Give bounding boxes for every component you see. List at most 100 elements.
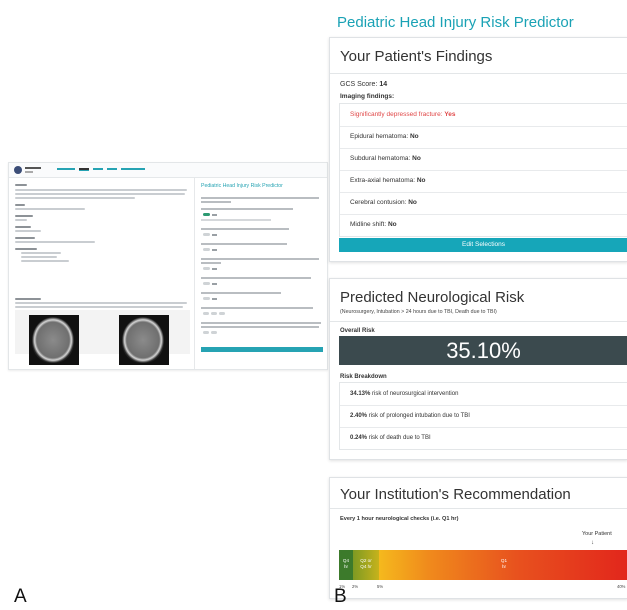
breakdown-text: risk of prolonged intubation due to TBI [368,413,470,419]
divider [330,321,627,322]
finding-value: No [416,177,426,184]
text-line [21,260,69,262]
breakdown-value: 0.24% [350,435,368,441]
panel-a-nav-item[interactable] [93,168,103,170]
calculate-button[interactable] [201,347,323,352]
toggle-switch[interactable] [203,297,210,300]
your-patient-label: Your Patient [582,531,612,537]
text-line [15,241,95,243]
text-line [15,189,187,191]
panel-a-screenshot: Pediatric Head Injury Risk Predictor [8,162,328,370]
text-line [15,204,25,206]
toggle-switch[interactable] [203,233,210,236]
finding-label: Subdural hematoma: [350,155,411,162]
toggle-switch[interactable] [203,213,210,216]
finding-label: Cerebral contusion: [350,199,407,206]
text-line [21,252,61,254]
edit-selections-button[interactable]: Edit Selections [339,238,627,252]
text-line [15,197,135,199]
segment-label-q1: Q1 hr [500,558,508,569]
radio-option[interactable] [203,331,209,334]
finding-value: No [408,199,417,206]
radio-option[interactable] [211,331,217,334]
text-line [15,215,33,217]
predicted-risk-card: Predicted Neurological Risk (Neurosurger… [329,278,627,460]
finding-row-cerebral-contusion: Cerebral contusion: No [340,192,627,215]
form-question-line [201,208,293,210]
app-title: Pediatric Head Injury Risk Predictor [337,14,574,31]
risk-breakdown-label: Risk Breakdown [340,374,387,380]
finding-row-extra-axial-hematoma: Extra-axial hematoma: No [340,170,627,193]
panel-a-nav-item[interactable] [107,168,117,170]
radio-option[interactable] [219,312,225,315]
recommendation-scale-bar: Q4 hr Q2 or Q4 hr Q1 hr [339,550,627,580]
finding-row-subdural-hematoma: Subdural hematoma: No [340,148,627,171]
ct-scan-image [29,315,79,365]
breakdown-row-intubation: 2.40% risk of prolonged intubation due t… [340,405,627,428]
finding-value: No [387,221,397,228]
form-question-line [201,197,319,199]
text-line [15,248,37,250]
toggle-label [212,249,217,251]
text-line [15,193,185,195]
panel-a-predictor-form: Pediatric Head Injury Risk Predictor [197,178,325,369]
toggle-label [212,283,217,285]
overall-risk-banner: 35.10% [339,336,627,365]
text-line [15,230,41,232]
toggle-label [212,268,217,270]
findings-card-title: Your Patient's Findings [340,48,493,65]
finding-row-epidural-hematoma: Epidural hematoma: No [340,126,627,149]
institution-recommendation-card: Your Institution's Recommendation Every … [329,477,627,599]
panel-a-nav-item[interactable] [121,168,145,170]
text-line [15,184,27,186]
finding-label: Significantly depressed fracture: [350,111,443,118]
finding-row-midline-shift: Midline shift: No [340,214,627,236]
panel-a-brand-subtext [25,171,33,173]
panel-a-brand-text [25,167,41,169]
radio-option[interactable] [203,312,209,315]
panel-label-a: A [14,586,27,607]
panel-a-topbar [9,163,327,178]
imaging-findings-list: Significantly depressed fracture: Yes Ep… [339,103,627,237]
toggle-switch[interactable] [203,282,210,285]
overall-risk-label: Overall Risk [340,328,375,334]
text-line [15,298,41,300]
text-line [15,219,27,221]
scale-tick-label: 5% [377,584,384,589]
radio-option[interactable] [211,312,217,315]
form-question-line [201,201,231,203]
finding-label: Extra-axial hematoma: [350,177,416,184]
form-question-line [201,277,311,279]
divider [330,73,627,74]
breakdown-text: risk of neurosurgical intervention [372,391,459,397]
toggle-label [212,234,217,236]
gcs-score-label: GCS Score: [340,81,378,88]
breakdown-row-death: 0.24% risk of death due to TBI [340,427,627,449]
panel-a-nav-item[interactable] [57,168,75,170]
recommendation-text: Every 1 hour neurological checks (i.e. Q… [340,516,459,522]
text-line [21,256,57,258]
text-line [15,237,35,239]
gcs-score: GCS Score: 14 [340,81,387,88]
segment-label-q2-q4: Q2 or Q4 hr [360,558,372,569]
toggle-switch[interactable] [203,248,210,251]
down-arrow-icon: ↓ [591,540,594,546]
divider [330,508,627,509]
breakdown-value: 34.13% [350,391,371,397]
risk-card-title: Predicted Neurological Risk [340,289,525,306]
gcs-score-value: 14 [379,81,388,88]
app-logo-icon [14,166,22,174]
segment-label-q4: Q4 hr [342,558,350,569]
toggle-label [212,214,217,216]
finding-row-depressed-fracture: Significantly depressed fracture: Yes [340,104,627,127]
risk-breakdown-list: 34.13% risk of neurosurgical interventio… [339,382,627,450]
patient-findings-card: Your Patient's Findings GCS Score: 14 Im… [329,37,627,262]
panel-label-b: B [334,586,347,607]
text-line [15,302,187,304]
scale-tick-label: 2% [352,584,359,589]
risk-card-subtitle: (Neurosurgery, Intubation > 24 hours due… [340,309,497,315]
ct-scan-image [119,315,169,365]
toggle-switch[interactable] [203,267,210,270]
form-question-line [201,219,271,221]
panel-a-nav-item-active[interactable] [79,168,89,171]
